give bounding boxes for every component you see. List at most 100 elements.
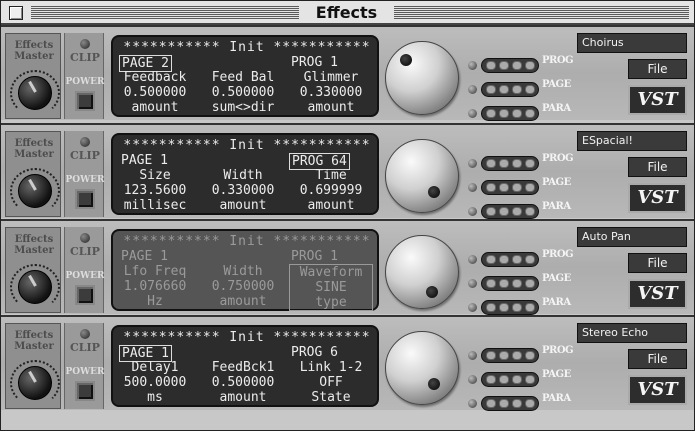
param-value: SINE bbox=[315, 280, 347, 295]
page-label: PAGE bbox=[542, 273, 571, 284]
para-rocker[interactable] bbox=[481, 106, 539, 121]
power-button[interactable] bbox=[75, 189, 95, 209]
prog-led-icon bbox=[468, 159, 477, 168]
param-name: FeedBck1 bbox=[211, 360, 275, 375]
lcd-param-column[interactable]: Feed Bal 0.500000 sum<>dir bbox=[201, 70, 285, 115]
lcd-header: *********** Init *********** bbox=[123, 330, 371, 345]
effects-master-label: Effects Master bbox=[14, 330, 54, 352]
plugin-strip: Effects Master CLIP POWER *********** In… bbox=[1, 315, 694, 411]
file-button[interactable]: File bbox=[628, 349, 687, 369]
para-label: PARA bbox=[542, 201, 571, 212]
prog-rocker[interactable] bbox=[481, 348, 539, 363]
power-panel: CLIP POWER bbox=[64, 131, 105, 217]
power-button[interactable] bbox=[75, 381, 95, 401]
close-box[interactable] bbox=[9, 6, 23, 20]
prog-rocker[interactable] bbox=[481, 252, 539, 267]
plugin-strip: Effects Master CLIP POWER *********** In… bbox=[1, 25, 694, 121]
lcd-param-column[interactable]: Link 1-2 OFF State bbox=[289, 360, 373, 405]
data-knob[interactable] bbox=[385, 331, 459, 405]
page-label: PAGE bbox=[542, 369, 571, 380]
para-led-icon bbox=[468, 109, 477, 118]
lcd-param-column[interactable]: Width 0.750000 amount bbox=[201, 264, 285, 309]
lcd-prog[interactable]: PROG 1 bbox=[289, 249, 340, 264]
plugin-strip: Effects Master CLIP POWER *********** In… bbox=[1, 219, 694, 315]
preset-name-field[interactable]: Choirus bbox=[577, 33, 687, 53]
para-label: PARA bbox=[542, 103, 571, 114]
power-button[interactable] bbox=[75, 91, 95, 111]
lcd-param-column[interactable]: Waveform SINE type bbox=[289, 264, 373, 311]
power-panel: CLIP POWER bbox=[64, 33, 105, 119]
preset-name-field[interactable]: Auto Pan bbox=[577, 227, 687, 247]
data-knob[interactable] bbox=[385, 235, 459, 309]
lcd-header: *********** Init *********** bbox=[123, 234, 371, 249]
lcd-param-column[interactable]: Width 0.330000 amount bbox=[201, 168, 285, 213]
para-rocker[interactable] bbox=[481, 204, 539, 219]
param-unit: millisec bbox=[123, 198, 187, 213]
file-button[interactable]: File bbox=[628, 59, 687, 79]
param-name: Glimmer bbox=[303, 70, 359, 85]
lcd-display: *********** Init *********** PAGE 1 PROG… bbox=[111, 325, 379, 407]
prog-rocker[interactable] bbox=[481, 58, 539, 73]
prog-rocker[interactable] bbox=[481, 156, 539, 171]
lcd-page[interactable]: PAGE 1 bbox=[119, 249, 170, 264]
power-button[interactable] bbox=[75, 285, 95, 305]
page-label: PAGE bbox=[542, 79, 571, 90]
param-name: Delay1 bbox=[131, 360, 179, 375]
effects-master-knob[interactable] bbox=[18, 76, 52, 110]
clip-led-icon bbox=[80, 233, 90, 243]
page-rocker[interactable] bbox=[481, 180, 539, 195]
para-led-icon bbox=[468, 303, 477, 312]
param-unit: amount bbox=[307, 100, 355, 115]
title-stripes-left bbox=[31, 6, 299, 19]
lcd-param-column[interactable]: FeedBck1 0.500000 amount bbox=[201, 360, 285, 405]
page-led-icon bbox=[468, 183, 477, 192]
lcd-param-column[interactable]: Feedback 0.500000 amount bbox=[113, 70, 197, 115]
param-value: 0.500000 bbox=[123, 85, 187, 100]
lcd-prog[interactable]: PROG 1 bbox=[289, 55, 340, 70]
data-knob[interactable] bbox=[385, 41, 459, 115]
prog-led-icon bbox=[468, 255, 477, 264]
param-unit: Hz bbox=[147, 294, 163, 309]
page-rocker[interactable] bbox=[481, 372, 539, 387]
data-knob[interactable] bbox=[385, 139, 459, 213]
effects-master-knob[interactable] bbox=[18, 270, 52, 304]
para-label: PARA bbox=[542, 297, 571, 308]
param-name: Link 1-2 bbox=[299, 360, 363, 375]
effects-master-knob[interactable] bbox=[18, 174, 52, 208]
param-unit: ms bbox=[147, 390, 163, 405]
page-label: PAGE bbox=[542, 177, 571, 188]
preset-name-field[interactable]: ESpacial! bbox=[577, 131, 687, 151]
lcd-page[interactable]: PAGE 1 bbox=[119, 153, 170, 168]
param-unit: amount bbox=[131, 100, 179, 115]
knob-indicator-icon bbox=[428, 378, 440, 390]
effects-window: Effects Effects Master CLIP POWER ******… bbox=[0, 0, 695, 431]
param-name: Feed Bal bbox=[211, 70, 275, 85]
param-value: 500.0000 bbox=[123, 375, 187, 390]
power-panel: CLIP POWER bbox=[64, 323, 105, 409]
lcd-display: *********** Init *********** PAGE 1 PROG… bbox=[111, 133, 379, 215]
para-led-icon bbox=[468, 399, 477, 408]
page-rocker[interactable] bbox=[481, 82, 539, 97]
preset-name-field[interactable]: Stereo Echo bbox=[577, 323, 687, 343]
title-bar[interactable]: Effects bbox=[1, 1, 694, 25]
lcd-prog[interactable]: PROG 6 bbox=[289, 345, 340, 360]
lcd-param-column[interactable]: Time 0.699999 amount bbox=[289, 168, 373, 213]
vst-logo: VST bbox=[628, 375, 687, 405]
lcd-param-column[interactable]: Glimmer 0.330000 amount bbox=[289, 70, 373, 115]
lcd-param-column[interactable]: Delay1 500.0000 ms bbox=[113, 360, 197, 405]
clip-led-icon bbox=[80, 137, 90, 147]
effects-master-label: Effects Master bbox=[14, 40, 54, 62]
power-label: POWER bbox=[65, 367, 105, 377]
param-name: Time bbox=[315, 168, 347, 183]
page-rocker[interactable] bbox=[481, 276, 539, 291]
lcd-display: *********** Init *********** PAGE 2 PROG… bbox=[111, 35, 379, 117]
para-rocker[interactable] bbox=[481, 396, 539, 411]
lcd-param-column[interactable]: Lfo Freq 1.076660 Hz bbox=[113, 264, 197, 309]
para-rocker[interactable] bbox=[481, 300, 539, 315]
file-button[interactable]: File bbox=[628, 157, 687, 177]
effects-master-knob[interactable] bbox=[18, 366, 52, 400]
file-button[interactable]: File bbox=[628, 253, 687, 273]
lcd-param-column[interactable]: Size 123.5600 millisec bbox=[113, 168, 197, 213]
param-value: 0.330000 bbox=[211, 183, 275, 198]
title-stripes-right bbox=[394, 6, 689, 19]
